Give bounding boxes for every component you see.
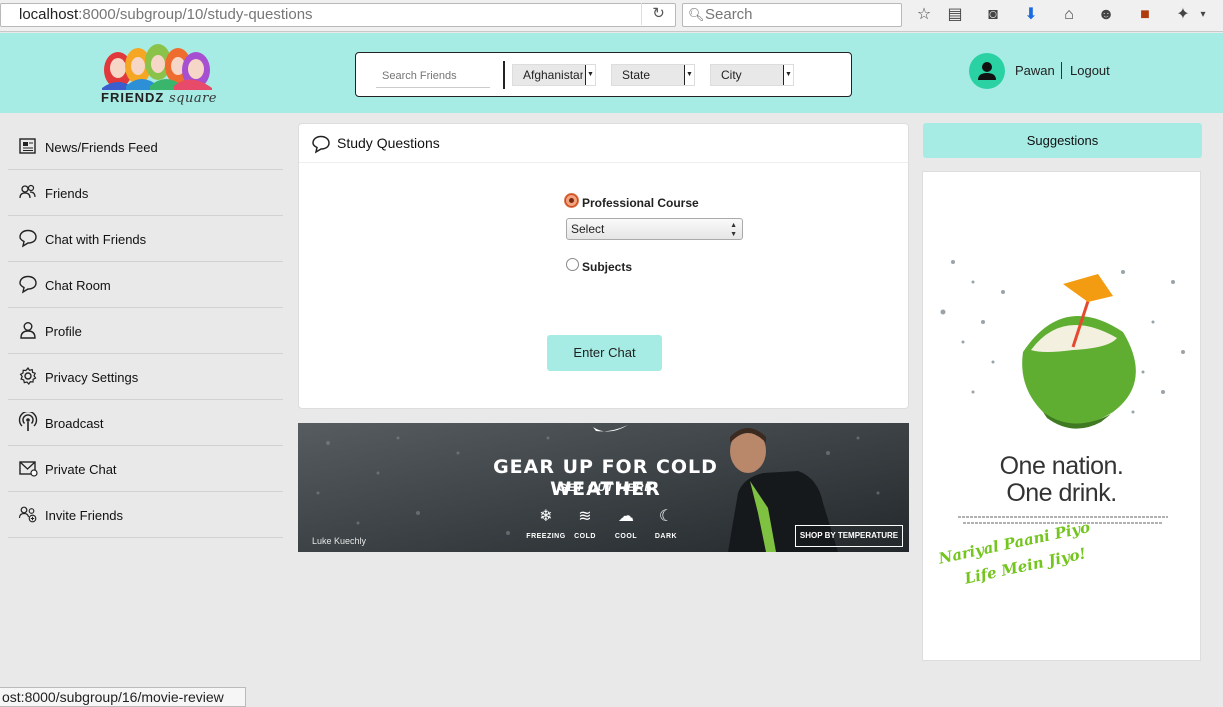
sidebar-item-chat-room[interactable]: Chat Room — [8, 262, 283, 308]
logo-text: FRIENDZ square — [101, 90, 217, 106]
sidebar-nav: News/Friends Feed Friends Chat with Frie… — [8, 124, 283, 538]
user-icon — [978, 62, 996, 80]
suggestions-header: Suggestions — [923, 123, 1202, 158]
chevron-down-icon: ▼ — [585, 65, 595, 85]
mail-icon — [19, 461, 38, 477]
city-select[interactable]: City ▼ — [710, 64, 794, 86]
address-bar[interactable]: ◐localhost:8000/subgroup/10/study-questi… — [0, 3, 676, 27]
subjects-label[interactable]: Subjects — [582, 260, 632, 274]
weather-freezing[interactable]: ❄ FREEZING — [526, 507, 566, 540]
search-icon: 🔍︎ — [688, 7, 705, 22]
country-select[interactable]: Afghanistan ▼ — [512, 64, 596, 86]
chat-icon[interactable]: ☻ — [1095, 5, 1117, 25]
friend-search-panel: Afghanistan ▼ State ▼ City ▼ — [355, 52, 852, 97]
search-friends-input[interactable] — [376, 64, 490, 88]
bookmark-star-icon[interactable]: ☆ — [913, 5, 935, 25]
subjects-radio[interactable] — [566, 258, 579, 271]
state-select[interactable]: State ▼ — [611, 64, 695, 86]
banner-subline: GET OUT HERE — [558, 482, 653, 494]
sidebar-item-invite-friends[interactable]: Invite Friends — [8, 492, 283, 538]
browser-status-url: ost:8000/subgroup/16/movie-review — [0, 687, 246, 707]
weather-cool[interactable]: ☁ COOL — [606, 507, 646, 540]
user-name[interactable]: Pawan — [1015, 63, 1055, 78]
weather-dark[interactable]: ☾ DARK — [646, 507, 686, 540]
site-info-icon[interactable]: ◐ — [1, 4, 10, 26]
avatar[interactable] — [969, 53, 1005, 89]
select-arrows-icon: ▲ ▼ — [730, 222, 737, 238]
course-select[interactable]: Select ▲ ▼ — [566, 218, 743, 240]
shop-by-temperature-button[interactable]: SHOP BY TEMPERATURE — [795, 525, 903, 547]
sidebar-item-private-chat[interactable]: Private Chat — [8, 446, 283, 492]
broadcast-icon — [18, 412, 38, 431]
reload-icon[interactable]: ↻ — [641, 3, 675, 25]
extension-icon[interactable]: ■ — [1134, 5, 1156, 25]
chevron-down-icon: ▼ — [783, 65, 793, 85]
download-icon[interactable]: ⬇ — [1020, 5, 1042, 25]
browser-toolbar: ◐localhost:8000/subgroup/10/study-questi… — [0, 0, 1223, 32]
invite-icon — [18, 506, 37, 523]
search-divider — [503, 61, 505, 89]
moon-icon: ☾ — [658, 508, 674, 525]
extension-puzzle-icon[interactable]: ✦ — [1172, 5, 1194, 25]
sidebar-item-privacy-settings[interactable]: Privacy Settings — [8, 354, 283, 400]
sidebar-item-news-feed[interactable]: News/Friends Feed — [8, 124, 283, 170]
suggestions-ad[interactable]: One nation. One drink. Nariyal Paani Piy… — [922, 171, 1201, 661]
sidebar-item-chat-with-friends[interactable]: Chat with Friends — [8, 216, 283, 262]
gear-icon — [19, 366, 37, 385]
cloud-icon: ☁ — [618, 508, 634, 525]
sidebar-item-profile[interactable]: Profile — [8, 308, 283, 354]
chat-bubble-icon — [19, 229, 37, 248]
card-header: Study Questions — [299, 124, 908, 163]
study-questions-card: Study Questions Professional Course Sele… — [298, 123, 909, 409]
sidebar-item-friends[interactable]: Friends — [8, 170, 283, 216]
banner-credit: Luke Kuechly — [312, 536, 367, 546]
sidebar-item-broadcast[interactable]: Broadcast — [8, 400, 283, 446]
ad-headline-1: One nation. — [999, 452, 1124, 480]
menu-chevron-icon[interactable]: ▾ — [1192, 5, 1214, 25]
pocket-icon[interactable]: ◙ — [982, 5, 1004, 25]
ad-banner[interactable]: GEAR UP FOR COLD WEATHER GET OUT HERE ❄ F… — [298, 423, 909, 552]
weather-cold[interactable]: ≋ COLD — [565, 507, 605, 540]
home-icon[interactable]: ⌂ — [1058, 5, 1080, 25]
user-icon — [20, 322, 36, 339]
browser-search-input[interactable]: 🔍︎ Search — [682, 3, 902, 27]
wind-icon: ≋ — [578, 508, 592, 525]
reading-list-icon[interactable]: ▤ — [944, 5, 966, 25]
chat-bubble-icon — [19, 275, 37, 294]
snowflake-icon: ❄ — [539, 508, 553, 525]
chevron-down-icon: ▼ — [684, 65, 694, 85]
ad-headline-2: One drink. — [1006, 479, 1117, 507]
logout-link[interactable]: Logout — [1070, 63, 1110, 78]
friends-icon — [19, 184, 36, 199]
user-separator — [1061, 62, 1062, 79]
coconut-illustration — [940, 260, 1185, 429]
newspaper-icon — [19, 138, 36, 154]
chat-bubble-icon — [312, 135, 330, 154]
page-title: Study Questions — [337, 135, 440, 151]
enter-chat-button[interactable]: Enter Chat — [547, 335, 662, 371]
professional-course-label[interactable]: Professional Course — [582, 196, 699, 210]
professional-course-radio[interactable] — [565, 194, 578, 207]
